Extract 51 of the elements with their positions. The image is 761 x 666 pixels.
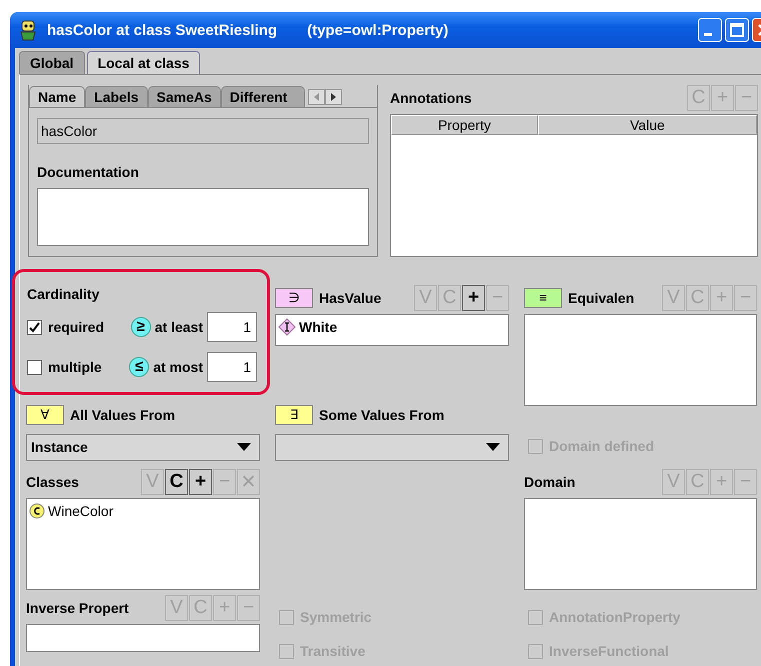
restriction-tag: ≡ [524, 288, 562, 308]
maximize-icon[interactable] [725, 18, 749, 42]
section-label: HasValue [319, 290, 382, 306]
checkbox[interactable] [27, 360, 42, 374]
list-item[interactable]: White [299, 319, 338, 335]
section-label: Documentation [37, 164, 140, 180]
tab[interactable]: Local at class [86, 51, 200, 74]
name-field[interactable]: hasColor [37, 118, 369, 144]
bound-symbol: ≥ [130, 317, 151, 337]
restriction-tag: ∃ [275, 404, 313, 425]
column-header[interactable]: Property [391, 115, 538, 135]
tab[interactable]: Different [220, 86, 305, 107]
checkbox-label: multiple [48, 359, 102, 375]
tab[interactable]: Name [29, 86, 86, 107]
bound-symbol: ≤ [129, 357, 150, 377]
tab[interactable]: Labels [85, 86, 148, 107]
restriction-tag: ∋ [275, 288, 313, 308]
tab-scroll-icon[interactable] [308, 89, 342, 105]
section-label: Cardinality [27, 286, 100, 302]
toolbar-button[interactable]: + [189, 469, 212, 495]
column-header[interactable]: Value [538, 115, 757, 135]
checkbox[interactable] [27, 320, 42, 334]
class-icon [29, 503, 45, 519]
field-label: at least [154, 319, 203, 335]
checkbox-label: required [48, 319, 104, 335]
window-type: (type=owl:Property) [307, 22, 448, 38]
section-label: Some Values From [319, 406, 444, 423]
tab[interactable]: SameAs [148, 86, 221, 107]
window-title: hasColor at class SweetRiesling [47, 22, 278, 38]
caret-icon [486, 443, 500, 452]
dropdown[interactable]: Instance [26, 434, 260, 461]
tab[interactable]: Global [19, 51, 85, 74]
restriction-tag: ∀ [26, 404, 64, 425]
field-label: at most [153, 359, 203, 375]
individual-icon [278, 318, 296, 336]
caret-icon [237, 443, 251, 452]
dropdown[interactable] [275, 434, 509, 461]
section-label: Domain [524, 474, 576, 490]
toolbar-button[interactable]: C [165, 469, 188, 495]
section-label: Classes [26, 474, 79, 490]
list-item[interactable]: WineColor [48, 503, 114, 519]
documentation-field[interactable] [37, 188, 369, 246]
number-field[interactable]: 1 [207, 312, 257, 342]
section-label: Annotations [390, 90, 472, 106]
toolbar-button[interactable]: + [462, 285, 485, 311]
section-label: Inverse Propert [26, 600, 129, 616]
inverse-property-field[interactable] [26, 624, 260, 652]
number-field[interactable]: 1 [207, 352, 257, 382]
section-label: All Values From [70, 406, 176, 423]
section-label: Equivalen [568, 290, 634, 306]
minimize-icon[interactable] [698, 18, 722, 42]
